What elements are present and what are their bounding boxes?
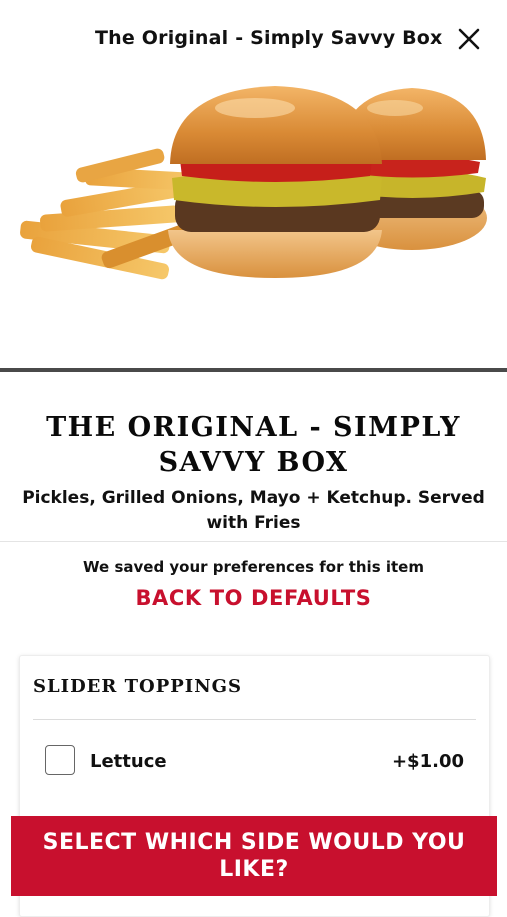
option-price: +$1.00 [391,751,464,772]
close-icon [458,28,480,50]
divider [0,541,507,542]
option-row-lettuce[interactable]: Lettuce +$1.00 [20,740,489,784]
section-title: SLIDER TOPPINGS [33,676,243,697]
burger-fries-illustration [20,86,487,280]
modal-header: The Original - Simply Savvy Box [0,0,507,78]
item-description: Pickles, Grilled Onions, Mayo + Ketchup.… [22,488,485,533]
hero-divider [0,368,507,372]
back-to-defaults-link[interactable]: BACK TO DEFAULTS [0,586,507,610]
front-slider [168,86,382,278]
option-label: Lettuce [90,751,167,772]
close-button[interactable] [452,22,486,56]
item-name: THE ORIGINAL - SIMPLY SAVVY BOX [46,412,461,478]
divider [33,719,476,720]
lettuce-checkbox[interactable] [45,745,75,775]
product-image [0,78,507,368]
fries-group [20,148,196,280]
modal-title: The Original - Simply Savvy Box [95,27,443,49]
saved-preferences-text: We saved your preferences for this item [83,558,424,576]
select-side-button[interactable]: SELECT WHICH SIDE WOULD YOU LIKE? [11,816,497,896]
